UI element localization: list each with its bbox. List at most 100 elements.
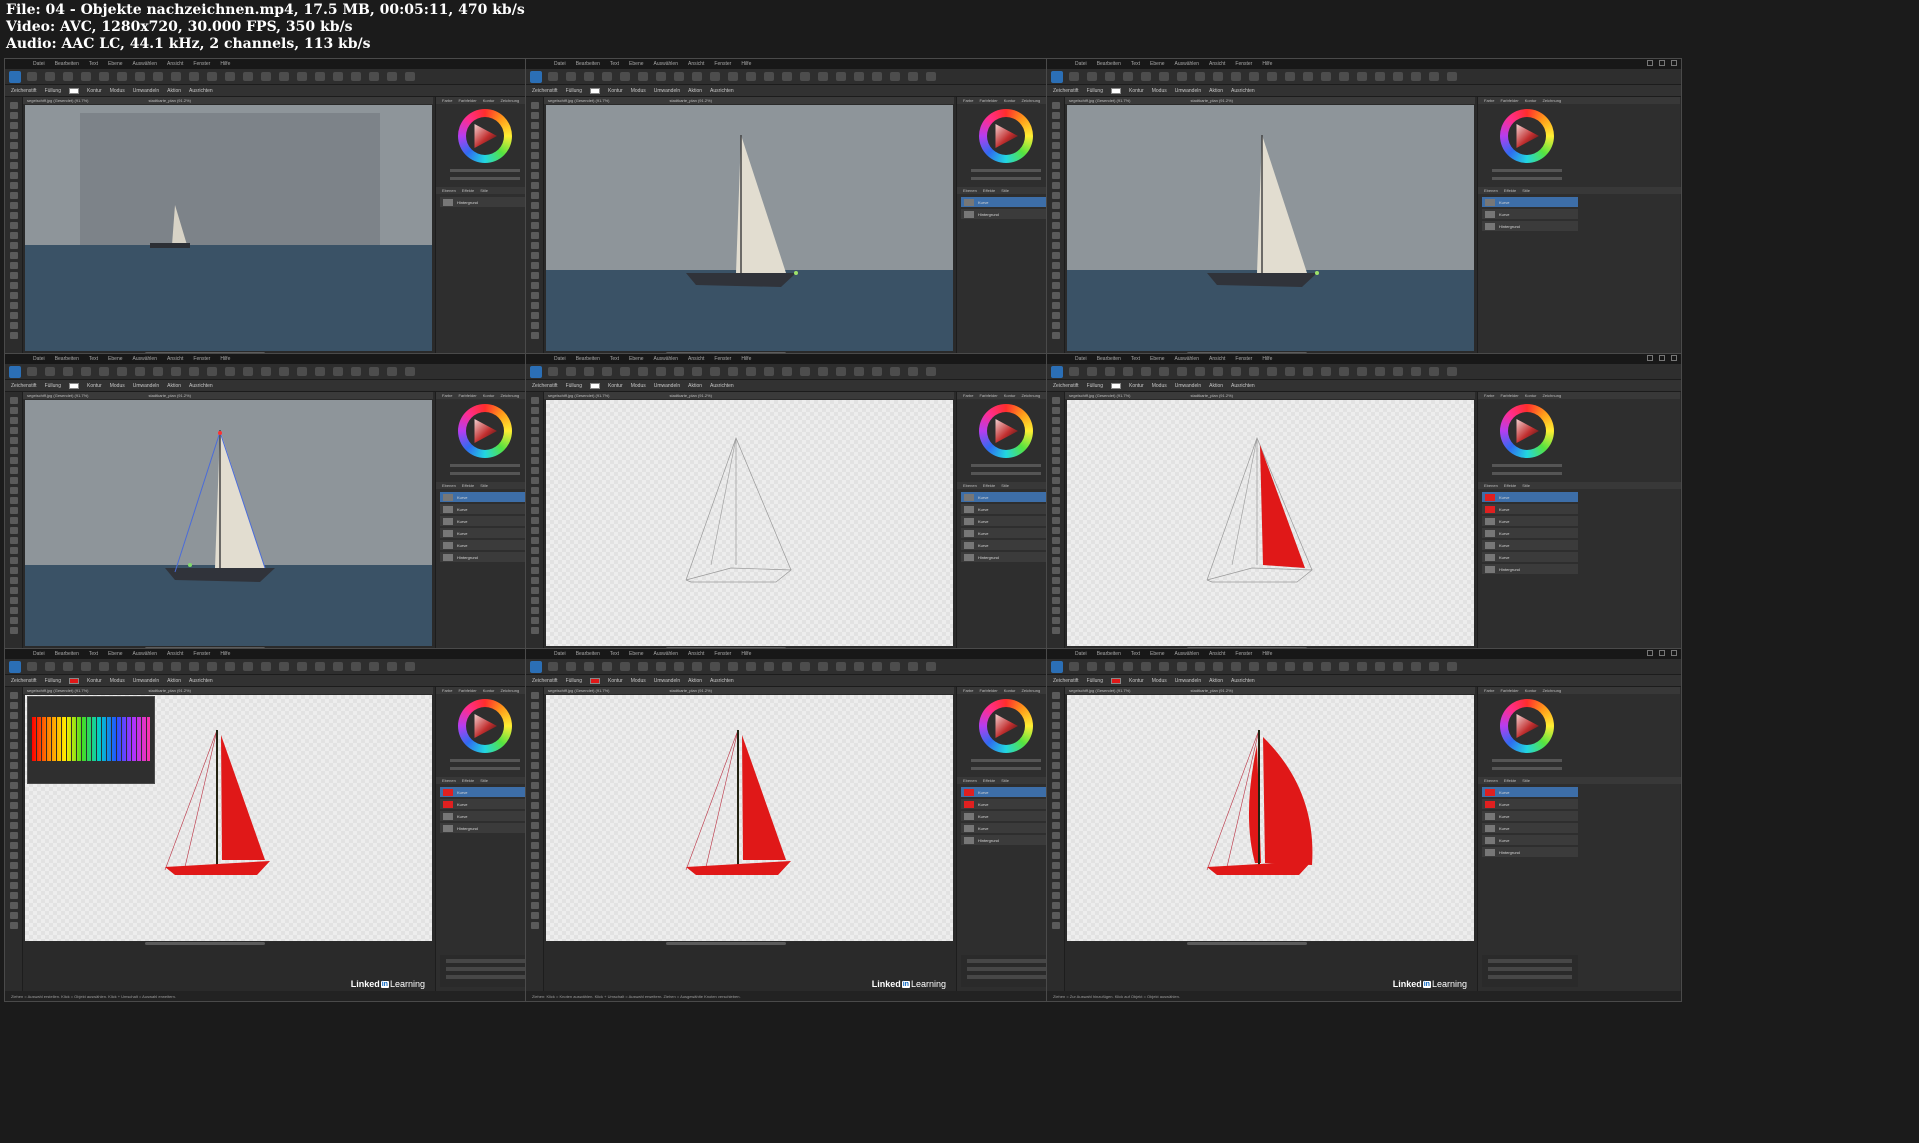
toolbar-button[interactable]	[1339, 367, 1349, 376]
tool-icon[interactable]	[1051, 332, 1060, 339]
document-tab[interactable]: segelschiff.jpg (Gesendet) (91.7%)	[27, 688, 89, 693]
tool-icon[interactable]	[1051, 172, 1060, 179]
fill-swatch[interactable]	[589, 87, 600, 94]
menu-item[interactable]: Ebene	[1150, 61, 1164, 67]
tool-icon[interactable]	[9, 302, 18, 309]
tool-icon[interactable]	[1051, 292, 1060, 299]
tool-icon[interactable]	[9, 882, 18, 889]
toolbar-button[interactable]	[1141, 662, 1151, 671]
tool-icon[interactable]	[1051, 547, 1060, 554]
tool-icon[interactable]	[530, 607, 539, 614]
toolbar-button[interactable]	[27, 662, 37, 671]
tool-icon[interactable]	[1051, 152, 1060, 159]
menu-item[interactable]: Ansicht	[167, 356, 183, 362]
tool-icon[interactable]	[530, 557, 539, 564]
toolbar-button[interactable]	[279, 662, 289, 671]
toolbar-button[interactable]	[800, 367, 810, 376]
toolbar-button[interactable]	[1285, 72, 1295, 81]
panel-tab[interactable]: Zeichnung	[1021, 98, 1040, 103]
tool-icon[interactable]	[530, 132, 539, 139]
tool-icon[interactable]	[9, 587, 18, 594]
toolbar-button[interactable]	[81, 367, 91, 376]
layer-row[interactable]: Kurve	[1482, 799, 1578, 809]
fill-swatch[interactable]	[68, 382, 79, 389]
tool-icon[interactable]	[9, 487, 18, 494]
toolbar-button[interactable]	[1357, 72, 1367, 81]
tool-icon[interactable]	[530, 397, 539, 404]
menu-item[interactable]: Bearbeiten	[1097, 651, 1121, 657]
tool-icon[interactable]	[530, 182, 539, 189]
layer-row[interactable]: Kurve	[440, 504, 536, 514]
toolbar-button[interactable]	[81, 72, 91, 81]
tool-icon[interactable]	[9, 762, 18, 769]
color-wheel[interactable]	[1500, 404, 1554, 458]
menu-item[interactable]: Fenster	[714, 61, 731, 67]
toolbar-button[interactable]	[764, 72, 774, 81]
toolbar-button[interactable]	[333, 72, 343, 81]
toolbar-button[interactable]	[692, 72, 702, 81]
horizontal-scrollbar[interactable]	[145, 942, 265, 945]
document-tab[interactable]: segelschiff.jpg (Gesendet) (91.7%)	[548, 688, 610, 693]
layer-row[interactable]: Kurve	[1482, 835, 1578, 845]
toolbar-button[interactable]	[836, 72, 846, 81]
toolbar-button[interactable]	[405, 72, 415, 81]
layer-row[interactable]: Kurve	[1482, 540, 1578, 550]
tool-icon[interactable]	[530, 617, 539, 624]
tool-icon[interactable]	[9, 577, 18, 584]
toolbar-button[interactable]	[1213, 367, 1223, 376]
tool-icon[interactable]	[1051, 597, 1060, 604]
toolbar-button[interactable]	[1429, 662, 1439, 671]
tool-icon[interactable]	[9, 282, 18, 289]
noise-slider[interactable]	[1492, 767, 1562, 770]
toolbar-button[interactable]	[926, 367, 936, 376]
tool-icon[interactable]	[1051, 202, 1060, 209]
toolbar-button[interactable]	[764, 662, 774, 671]
panel-tab[interactable]: Ebenen	[1484, 483, 1498, 488]
tool-icon[interactable]	[1051, 192, 1060, 199]
tool-icon[interactable]	[9, 252, 18, 259]
toolbar-button[interactable]	[1231, 662, 1241, 671]
tool-icon[interactable]	[9, 272, 18, 279]
menu-item[interactable]: Bearbeiten	[55, 61, 79, 67]
tool-icon[interactable]	[9, 517, 18, 524]
tool-icon[interactable]	[9, 292, 18, 299]
tool-icon[interactable]	[1051, 702, 1060, 709]
toolbar-button[interactable]	[207, 662, 217, 671]
tool-icon[interactable]	[9, 902, 18, 909]
layer-row[interactable]: Kurve	[1482, 787, 1578, 797]
menu-item[interactable]: Ebene	[629, 61, 643, 67]
layer-row[interactable]: Hintergrund	[440, 823, 536, 833]
menu-item[interactable]: Datei	[554, 356, 566, 362]
panel-tab[interactable]: Farbe	[963, 688, 973, 693]
tool-icon[interactable]	[9, 912, 18, 919]
tool-icon[interactable]	[9, 162, 18, 169]
tool-icon[interactable]	[1051, 242, 1060, 249]
tool-icon[interactable]	[1051, 557, 1060, 564]
tool-icon[interactable]	[9, 812, 18, 819]
tool-icon[interactable]	[9, 547, 18, 554]
panel-tab[interactable]: Effekte	[983, 778, 995, 783]
document-canvas[interactable]	[546, 400, 953, 646]
toolbar-button[interactable]	[1447, 662, 1457, 671]
panel-tab[interactable]: Ebenen	[1484, 778, 1498, 783]
toolbar-button[interactable]	[746, 367, 756, 376]
tool-icon[interactable]	[9, 427, 18, 434]
menu-item[interactable]: Datei	[1075, 356, 1087, 362]
panel-tab[interactable]: Zeichnung	[500, 98, 519, 103]
toolbar-button[interactable]	[674, 367, 684, 376]
menu-item[interactable]: Text	[610, 651, 619, 657]
document-canvas[interactable]	[546, 105, 953, 351]
fill-swatch[interactable]	[68, 87, 79, 94]
layer-row[interactable]: Kurve	[1482, 504, 1578, 514]
document-tab[interactable]: segelschiff.jpg (Gesendet) (91.7%)	[27, 393, 89, 398]
tool-icon[interactable]	[530, 122, 539, 129]
menu-item[interactable]: Ansicht	[1209, 651, 1225, 657]
tool-icon[interactable]	[530, 792, 539, 799]
toolbar-button[interactable]	[45, 72, 55, 81]
toolbar-button[interactable]	[261, 662, 271, 671]
toolbar-button[interactable]	[405, 662, 415, 671]
layer-row[interactable]: Hintergrund	[961, 835, 1057, 845]
panel-tab[interactable]: Stile	[1001, 778, 1009, 783]
tool-icon[interactable]	[530, 262, 539, 269]
document-tab[interactable]: stadtkarte_plan (91.2%)	[1191, 393, 1233, 398]
